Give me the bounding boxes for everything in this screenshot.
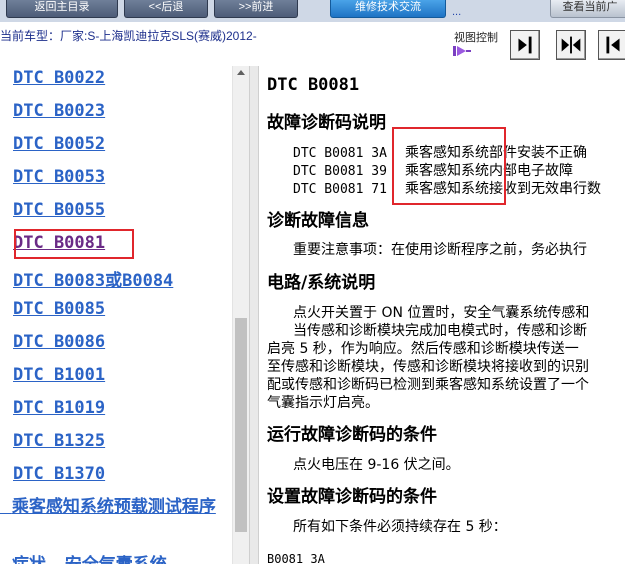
dtc-sidebar: DTC B0022 DTC B0023 DTC B0052 DTC B0053 … bbox=[0, 66, 232, 564]
sidebar-item-b1370[interactable]: DTC B1370 bbox=[13, 464, 105, 484]
set-conditions-code: B0081 3A bbox=[267, 552, 325, 564]
dtc-code: DTC B0081 3A bbox=[293, 146, 387, 161]
sidebar-scrollbar[interactable] bbox=[232, 66, 249, 564]
scroll-up-icon[interactable] bbox=[237, 70, 245, 75]
highlight-box-b0081 bbox=[14, 229, 134, 259]
sidebar-item-b0055[interactable]: DTC B0055 bbox=[13, 200, 105, 220]
sidebar-item-b0083-b0084[interactable]: DTC B0083或B0084 bbox=[13, 266, 173, 291]
circuit-text-line: 当传感和诊断模块完成加电模式时，传感和诊断 bbox=[293, 323, 587, 339]
pane-split-icon bbox=[561, 36, 581, 54]
sidebar-item-preload-test[interactable]: 乘客感知系统预载测试程序 bbox=[0, 496, 220, 519]
tech-exchange-button[interactable]: 维修技术交流 bbox=[330, 0, 446, 18]
pane-left-icon bbox=[606, 36, 620, 54]
sidebar-item-b1325[interactable]: DTC B1325 bbox=[13, 431, 105, 451]
run-conditions-text: 点火电压在 9-16 伏之间。 bbox=[293, 457, 460, 473]
circuit-text-line: 至传感和诊断模块，传感和诊断模块将接收到的识别 bbox=[267, 359, 589, 375]
purple-arrow-icon bbox=[453, 46, 471, 56]
diagnostic-info-text: 重要注意事项：在使用诊断程序之前，务必执行 bbox=[293, 242, 587, 258]
sidebar-item-b0086[interactable]: DTC B0086 bbox=[13, 332, 105, 352]
sidebar-item-b0085[interactable]: DTC B0085 bbox=[13, 299, 105, 319]
back-button[interactable]: <<后退 bbox=[124, 0, 208, 18]
sidebar-item-b0023[interactable]: DTC B0023 bbox=[13, 101, 105, 121]
circuit-text-line: 气囊指示灯启亮。 bbox=[267, 395, 379, 411]
sidebar-item-b0053[interactable]: DTC B0053 bbox=[13, 167, 105, 187]
dtc-code: DTC B0081 71 bbox=[293, 182, 387, 197]
dtc-content-pane: DTC B0081 故障诊断码说明 DTC B0081 3A 乘客感知系统部件安装… bbox=[259, 66, 625, 564]
dtc-description-heading: 故障诊断码说明 bbox=[267, 113, 386, 133]
set-conditions-heading: 设置故障诊断码的条件 bbox=[267, 487, 437, 507]
sidebar-item-b1001[interactable]: DTC B1001 bbox=[13, 365, 105, 385]
scrollbar-thumb[interactable] bbox=[235, 318, 247, 532]
circuit-text-line: 配或传感和诊断码已检测到乘客感知系统设置了一个 bbox=[267, 377, 589, 393]
sidebar-item-b0052[interactable]: DTC B0052 bbox=[13, 134, 105, 154]
split-pane-button[interactable] bbox=[556, 30, 586, 60]
more-link[interactable]: ... bbox=[452, 6, 461, 18]
sidebar-item-symptoms[interactable]: 症状 - 安全气囊系统 bbox=[0, 550, 167, 564]
view-control-label: 视图控制 bbox=[454, 32, 498, 44]
dtc-code: DTC B0081 39 bbox=[293, 164, 387, 179]
sidebar-item-b0022[interactable]: DTC B0022 bbox=[13, 68, 105, 88]
circuit-text-line: 启亮 5 秒，作为响应。然后传感和诊断模块传送一 bbox=[267, 341, 579, 357]
circuit-description-heading: 电路/系统说明 bbox=[267, 273, 376, 293]
view-current-button[interactable]: 查看当前广 bbox=[550, 0, 625, 18]
pane-splitter[interactable] bbox=[249, 66, 259, 564]
show-right-pane-button[interactable] bbox=[510, 30, 540, 60]
diagnostic-info-heading: 诊断故障信息 bbox=[267, 211, 369, 231]
sidebar-item-b1019[interactable]: DTC B1019 bbox=[13, 398, 105, 418]
current-vehicle-label: 当前车型：厂家:S-上海凯迪拉克SLS(赛威)2012- bbox=[0, 29, 257, 43]
page-title: DTC B0081 bbox=[267, 75, 360, 95]
pane-right-icon bbox=[518, 36, 532, 54]
highlight-box-passenger-sensing bbox=[392, 127, 506, 205]
run-conditions-heading: 运行故障诊断码的条件 bbox=[267, 425, 437, 445]
vehicle-info-row: 当前车型：厂家:S-上海凯迪拉克SLS(赛威)2012- 视图控制 bbox=[0, 22, 625, 66]
forward-button[interactable]: >>前进 bbox=[214, 0, 298, 18]
back-home-button[interactable]: 返回主目录 bbox=[6, 0, 118, 18]
circuit-text-line: 点火开关置于 ON 位置时，安全气囊系统传感和 bbox=[293, 305, 590, 321]
set-conditions-text: 所有如下条件必须持续存在 5 秒： bbox=[293, 519, 507, 535]
top-navigation-bar: 返回主目录 <<后退 >>前进 维修技术交流 ... 查看当前广 bbox=[0, 0, 625, 22]
show-left-pane-button[interactable] bbox=[598, 30, 625, 60]
